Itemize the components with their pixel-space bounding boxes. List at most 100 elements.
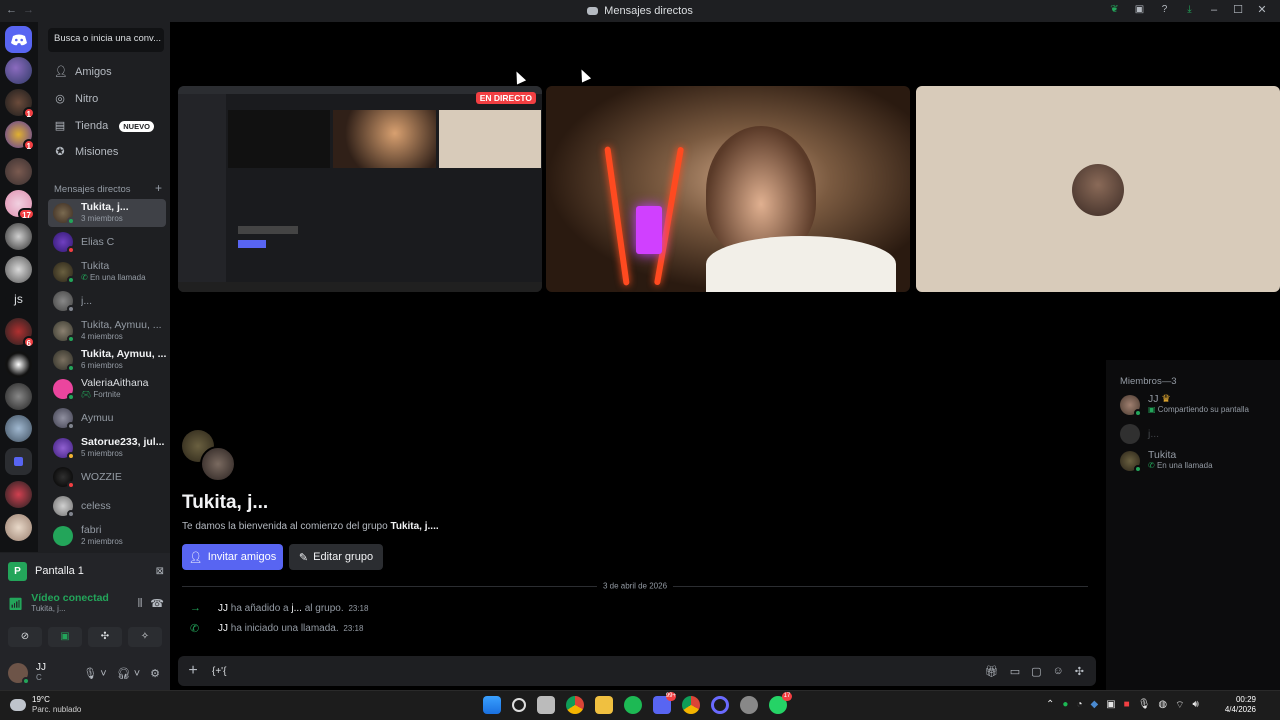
weather-widget[interactable]: 19°C Parc. nublado	[10, 695, 81, 715]
dm-item[interactable]: Tukita ✆ En una llamada	[48, 258, 166, 286]
chevron-up-icon[interactable]: ⌃	[1046, 699, 1054, 712]
server-icon[interactable]	[5, 158, 32, 185]
nav-quests[interactable]: ✪ Misiones	[48, 141, 166, 163]
whatsapp-icon[interactable]: 17	[769, 692, 792, 714]
dm-item[interactable]: Tukita, Aymuu, ... 4 miembros	[48, 317, 166, 345]
clock[interactable]: 00:29 4/4/2026	[1225, 695, 1256, 715]
system-message: → JJ ha añadido a j... al grupo. 23:18	[190, 602, 369, 614]
server-icon[interactable]	[5, 481, 32, 508]
server-icon[interactable]	[5, 351, 32, 378]
server-icon[interactable]	[5, 57, 32, 84]
wifi-icon[interactable]: ⌔	[1175, 699, 1184, 712]
server-icon[interactable]	[5, 223, 32, 250]
dm-item[interactable]: fabri 2 miembros	[48, 522, 166, 550]
apps-icon[interactable]: ✣	[1075, 665, 1084, 678]
nav-friends[interactable]: 👤︎ Amigos	[48, 61, 166, 83]
server-icon[interactable]	[5, 415, 32, 442]
member-item[interactable]: Tukita ✆ En una llamada	[1120, 450, 1213, 473]
chrome-icon[interactable]	[566, 696, 584, 714]
tray-app-icon[interactable]: ▣	[1106, 699, 1115, 712]
dm-item[interactable]: Tukita, Aymuu, ... 6 miembros	[48, 346, 166, 374]
user-video-tile[interactable]	[916, 86, 1280, 292]
server-js[interactable]: js	[5, 286, 32, 313]
spotify-tray-icon[interactable]: ●	[1062, 699, 1068, 712]
server-icon[interactable]: 1	[5, 89, 35, 119]
server-icon[interactable]: 17	[5, 190, 35, 220]
group-title: Tukita, j...	[182, 492, 269, 513]
file-explorer-icon[interactable]	[595, 696, 613, 714]
user-panel: JJ C 🎙︎ ˅ 🎧︎ ˅ ⚙	[0, 656, 170, 690]
server-folder-icon[interactable]	[5, 448, 32, 475]
invite-friends-button[interactable]: 👤︎ Invitar amigos	[182, 544, 283, 570]
steam-icon[interactable]	[740, 696, 758, 714]
taskbar: 19°C Parc. nublado 99+ 17 ⌃ ● ◔ ◆ ▣ ■ 🎙︎ …	[0, 690, 1280, 720]
chrome-alt-icon[interactable]	[682, 696, 700, 714]
noise-suppression-icon[interactable]: ⫼	[138, 598, 143, 609]
network-icon[interactable]: ◍	[1158, 699, 1167, 712]
activities-button[interactable]: ✣	[88, 627, 122, 647]
task-view-icon[interactable]	[537, 696, 555, 714]
avatar[interactable]	[8, 663, 30, 685]
tray-app-icon[interactable]: ◆	[1090, 699, 1098, 712]
server-icon[interactable]	[5, 256, 32, 283]
nitro-leaf-icon[interactable]: ❦	[1108, 3, 1121, 16]
disconnect-icon[interactable]: ☎	[150, 597, 164, 610]
windows-start-icon[interactable]	[483, 696, 501, 714]
welcome-text: Te damos la bienvenida al comienzo del g…	[182, 521, 439, 532]
sticker-icon[interactable]: ▢	[1031, 665, 1041, 678]
message-composer[interactable]: + {+'{ 🎁︎ ▭ ▢ ☺ ✣	[178, 656, 1096, 686]
camera-off-button[interactable]: ⊘	[8, 627, 42, 647]
avatar	[53, 203, 75, 225]
attach-plus-icon[interactable]: +	[178, 662, 208, 680]
emoji-icon[interactable]: ☺	[1053, 665, 1064, 678]
dm-item[interactable]: Tukita, j... 3 miembros	[48, 199, 166, 227]
discord-taskbar-icon[interactable]: 99+	[653, 692, 676, 714]
server-icon[interactable]	[5, 383, 32, 410]
discord-home-icon[interactable]	[5, 26, 32, 53]
headphones-icon[interactable]: 🎧︎ ˅	[117, 667, 140, 680]
close-icon[interactable]: ✕	[1256, 3, 1268, 16]
dm-item[interactable]: Elias C	[48, 228, 166, 256]
search-icon[interactable]	[512, 698, 526, 712]
volume-icon[interactable]: 🔊︎	[1193, 699, 1199, 712]
dm-item[interactable]: WOZZIE	[48, 463, 166, 491]
server-icon[interactable]: 1	[5, 121, 35, 151]
add-dm-button[interactable]: +	[155, 182, 162, 195]
help-icon[interactable]: ?	[1158, 3, 1171, 16]
dm-item[interactable]: j...	[48, 287, 166, 315]
pencil-icon: ✎	[298, 551, 309, 564]
message-input[interactable]: {+'{	[212, 666, 226, 677]
inbox-icon[interactable]: ▣	[1133, 3, 1146, 16]
gift-icon[interactable]: 🎁︎	[985, 665, 999, 678]
soundboard-button[interactable]: ✧	[128, 627, 162, 647]
settings-gear-icon[interactable]: ⚙	[150, 667, 160, 680]
nav-nitro[interactable]: ◎ Nitro	[48, 88, 166, 110]
download-icon[interactable]: ⤓	[1183, 3, 1196, 16]
screen-share-button[interactable]: ▣	[48, 627, 82, 647]
screen-share-tile[interactable]: EN DIRECTO	[178, 86, 542, 292]
microphone-icon[interactable]: 🎙︎ ˅	[83, 667, 106, 680]
server-icon[interactable]: 6	[5, 318, 35, 348]
dm-item[interactable]: Aymuu	[48, 404, 166, 432]
edit-group-button[interactable]: ✎ Editar grupo	[289, 544, 383, 570]
screen-share-row[interactable]: P Pantalla 1 ⊠	[8, 559, 164, 583]
user-controls: 🎙︎ ˅ 🎧︎ ˅ ⚙	[83, 667, 160, 680]
member-item[interactable]: JJ ♛ ▣ Compartiendo su pantalla	[1120, 394, 1249, 417]
dm-item[interactable]: ValeriaAithana 🎮︎ Fortnite	[48, 375, 166, 403]
search-input[interactable]: Busca o inicia una conv...	[48, 28, 164, 52]
dm-item[interactable]: celess	[48, 492, 166, 520]
server-icon[interactable]	[5, 514, 32, 541]
member-item[interactable]: j...	[1120, 424, 1159, 444]
spotify-icon[interactable]	[624, 696, 642, 714]
tray-app-icon[interactable]: ■	[1124, 699, 1130, 712]
maximize-icon[interactable]: ☐	[1232, 3, 1244, 16]
gif-icon[interactable]: ▭	[1010, 665, 1020, 678]
minimize-icon[interactable]: –	[1208, 4, 1220, 16]
microphone-tray-icon[interactable]: 🎙︎	[1138, 699, 1151, 712]
tray-app-icon[interactable]: ◔	[1076, 699, 1082, 712]
stop-share-icon[interactable]: ⊠	[156, 566, 164, 577]
nav-shop[interactable]: ▤ Tienda NUEVO	[48, 115, 166, 137]
dm-item[interactable]: Satorue233, jul... 5 miembros	[48, 434, 166, 462]
video-tile[interactable]	[546, 86, 910, 292]
cortana-icon[interactable]	[711, 696, 729, 714]
